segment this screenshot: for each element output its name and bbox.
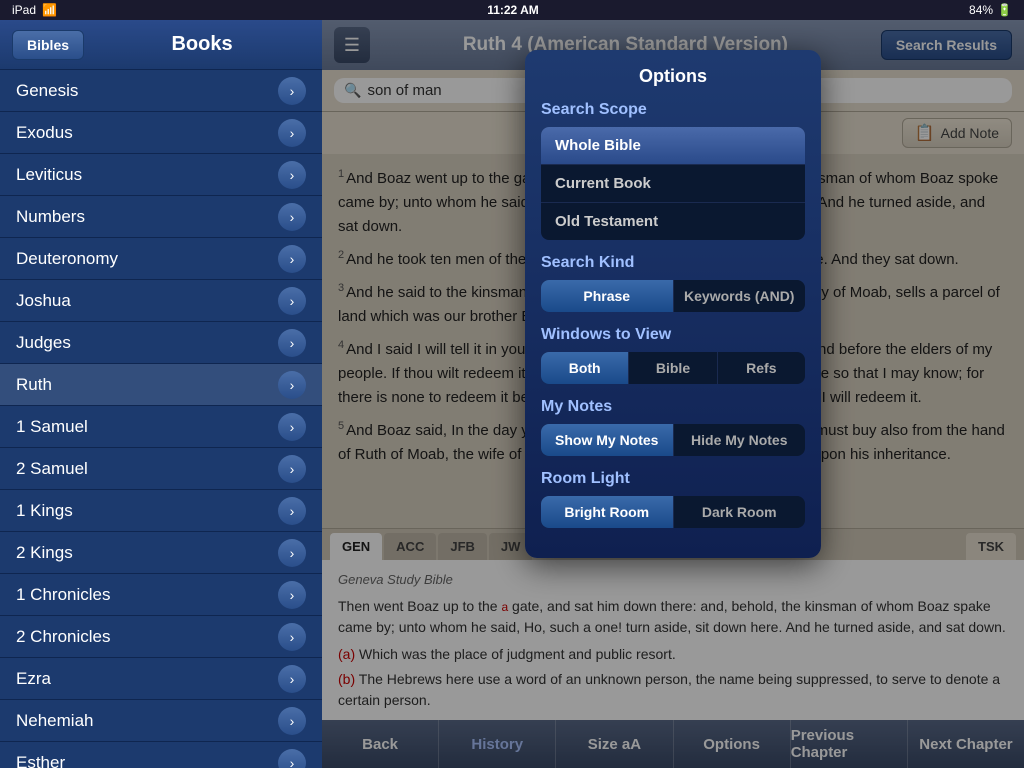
book-item-esther[interactable]: Esther › — [0, 742, 322, 768]
book-chevron: › — [278, 749, 306, 768]
windows-to-view-group-both[interactable]: Both — [541, 352, 629, 384]
device-label: iPad — [12, 3, 36, 17]
my-notes-group: Show My NotesHide My Notes — [541, 424, 805, 456]
book-chevron: › — [278, 119, 306, 147]
windows-to-view-group: BothBibleRefs — [541, 352, 805, 384]
room-light-label: Room Light — [541, 470, 805, 488]
left-panel: Bibles Books Genesis›Exodus›Leviticus›Nu… — [0, 20, 322, 768]
book-item-leviticus[interactable]: Leviticus › — [0, 154, 322, 196]
my-notes-label: My Notes — [541, 398, 805, 416]
book-name: Genesis — [16, 81, 78, 101]
book-name: Ruth — [16, 375, 52, 395]
book-chevron: › — [278, 287, 306, 315]
search-kind-label: Search Kind — [541, 254, 805, 272]
book-chevron: › — [278, 77, 306, 105]
room-light-group-bright-room[interactable]: Bright Room — [541, 496, 674, 528]
book-chevron: › — [278, 245, 306, 273]
book-name: Judges — [16, 333, 71, 353]
book-chevron: › — [278, 455, 306, 483]
bibles-button[interactable]: Bibles — [12, 30, 84, 60]
windows-to-view-group-refs[interactable]: Refs — [718, 352, 805, 384]
book-item-numbers[interactable]: Numbers › — [0, 196, 322, 238]
book-item-1-kings[interactable]: 1 Kings › — [0, 490, 322, 532]
scope-picker: Whole BibleCurrent BookOld Testament — [541, 127, 805, 240]
status-right: 84% 🔋 — [969, 3, 1012, 17]
windows-to-view-label: Windows to View — [541, 326, 805, 344]
book-chevron: › — [278, 161, 306, 189]
scope-option-whole-bible[interactable]: Whole Bible — [541, 127, 805, 165]
book-name: 2 Kings — [16, 543, 73, 563]
book-item-1-chronicles[interactable]: 1 Chronicles › — [0, 574, 322, 616]
options-title: Options — [541, 66, 805, 87]
book-item-1-samuel[interactable]: 1 Samuel › — [0, 406, 322, 448]
my-notes-group-show-my-notes[interactable]: Show My Notes — [541, 424, 674, 456]
book-item-deuteronomy[interactable]: Deuteronomy › — [0, 238, 322, 280]
room-light-group: Bright RoomDark Room — [541, 496, 805, 528]
book-name: Numbers — [16, 207, 85, 227]
book-chevron: › — [278, 371, 306, 399]
book-name: Esther — [16, 753, 65, 768]
search-kind-group-phrase[interactable]: Phrase — [541, 280, 674, 312]
book-chevron: › — [278, 497, 306, 525]
battery-label: 84% — [969, 3, 993, 17]
my-notes-group-hide-my-notes[interactable]: Hide My Notes — [674, 424, 806, 456]
book-name: Ezra — [16, 669, 51, 689]
book-name: Leviticus — [16, 165, 82, 185]
right-area: ☰ Ruth 4 (American Standard Version) Sea… — [322, 20, 1024, 768]
options-overlay: Options Search Scope Whole BibleCurrent … — [322, 20, 1024, 768]
book-name: Exodus — [16, 123, 73, 143]
book-name: Joshua — [16, 291, 71, 311]
room-light-group-dark-room[interactable]: Dark Room — [674, 496, 806, 528]
book-chevron: › — [278, 329, 306, 357]
book-chevron: › — [278, 623, 306, 651]
book-name: Deuteronomy — [16, 249, 118, 269]
book-item-ezra[interactable]: Ezra › — [0, 658, 322, 700]
search-scope-label: Search Scope — [541, 101, 805, 119]
books-list: Genesis›Exodus›Leviticus›Numbers›Deutero… — [0, 70, 322, 768]
windows-to-view-group-bible[interactable]: Bible — [629, 352, 717, 384]
status-bar: iPad 📶 11:22 AM 84% 🔋 — [0, 0, 1024, 20]
book-item-2-chronicles[interactable]: 2 Chronicles › — [0, 616, 322, 658]
search-kind-group-keywords-(and)[interactable]: Keywords (AND) — [674, 280, 806, 312]
book-item-genesis[interactable]: Genesis › — [0, 70, 322, 112]
book-name: 2 Chronicles — [16, 627, 111, 647]
scope-option-old-testament[interactable]: Old Testament — [541, 203, 805, 240]
books-title: Books — [94, 33, 310, 56]
book-item-joshua[interactable]: Joshua › — [0, 280, 322, 322]
scope-option-current-book[interactable]: Current Book — [541, 165, 805, 203]
book-name: 1 Kings — [16, 501, 73, 521]
book-name: 1 Samuel — [16, 417, 88, 437]
book-chevron: › — [278, 707, 306, 735]
book-item-2-kings[interactable]: 2 Kings › — [0, 532, 322, 574]
left-header: Bibles Books — [0, 20, 322, 70]
search-kind-group: PhraseKeywords (AND) — [541, 280, 805, 312]
main-layout: Bibles Books Genesis›Exodus›Leviticus›Nu… — [0, 20, 1024, 768]
book-name: Nehemiah — [16, 711, 94, 731]
battery-icon: 🔋 — [997, 3, 1012, 17]
book-chevron: › — [278, 413, 306, 441]
book-item-ruth[interactable]: Ruth › — [0, 364, 322, 406]
options-panel: Options Search Scope Whole BibleCurrent … — [525, 50, 821, 558]
wifi-icon: 📶 — [42, 3, 57, 17]
book-name: 1 Chronicles — [16, 585, 111, 605]
book-chevron: › — [278, 539, 306, 567]
book-name: 2 Samuel — [16, 459, 88, 479]
book-chevron: › — [278, 665, 306, 693]
book-chevron: › — [278, 581, 306, 609]
status-time: 11:22 AM — [487, 3, 539, 17]
book-chevron: › — [278, 203, 306, 231]
book-item-exodus[interactable]: Exodus › — [0, 112, 322, 154]
status-left: iPad 📶 — [12, 3, 57, 17]
book-item-judges[interactable]: Judges › — [0, 322, 322, 364]
book-item-nehemiah[interactable]: Nehemiah › — [0, 700, 322, 742]
book-item-2-samuel[interactable]: 2 Samuel › — [0, 448, 322, 490]
